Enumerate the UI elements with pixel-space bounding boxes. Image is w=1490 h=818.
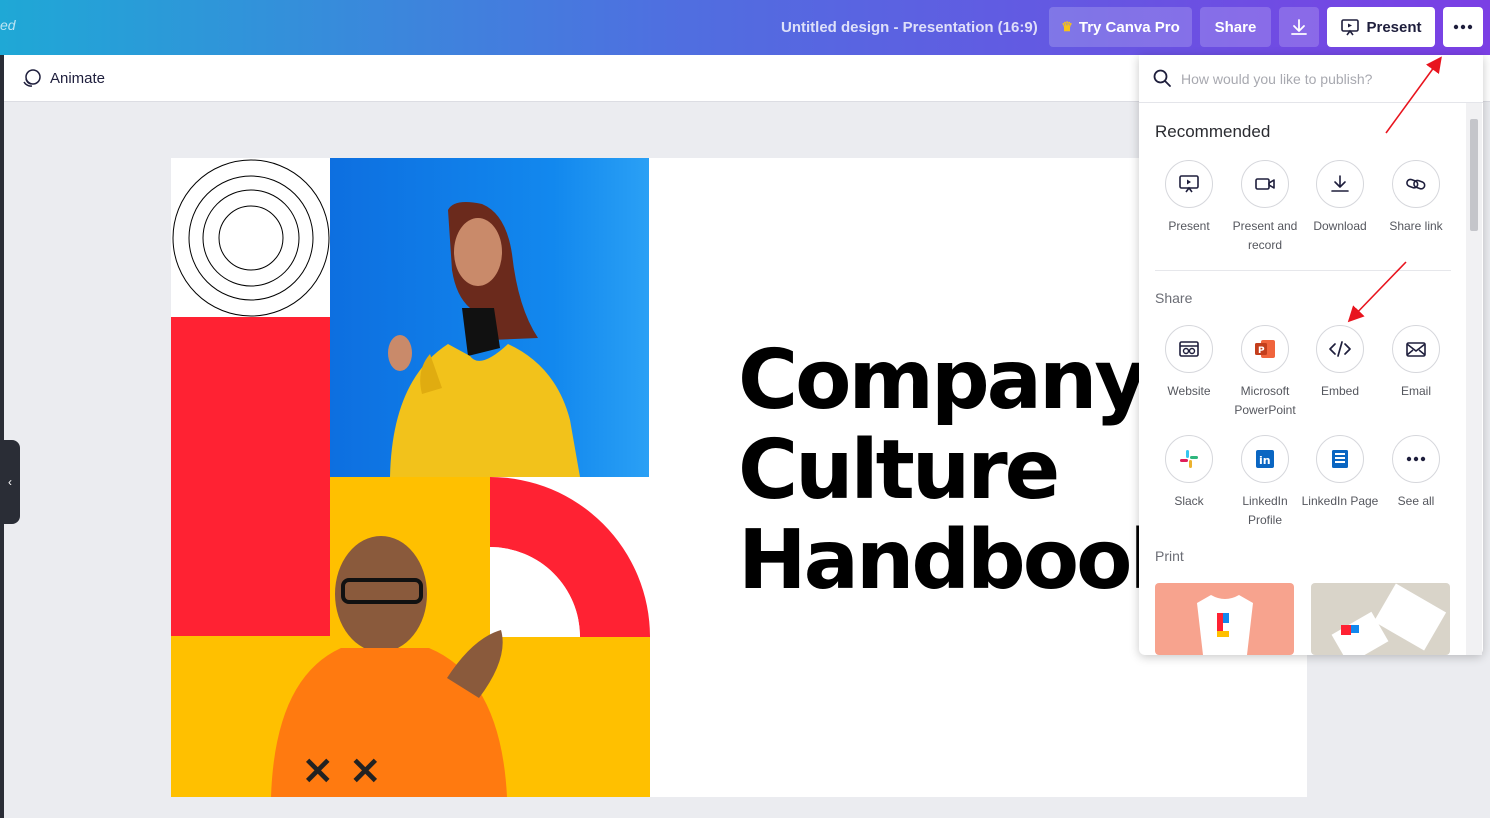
option-circle [1392, 160, 1440, 208]
publish-panel: Recommended Present Present and record D… [1139, 55, 1483, 655]
option-powerpoint[interactable]: P Microsoft PowerPoint [1225, 325, 1305, 420]
download-button[interactable] [1279, 7, 1319, 47]
top-bar: ed Untitled design - Presentation (16:9)… [0, 0, 1490, 55]
option-circle [1241, 160, 1289, 208]
slide-canvas[interactable]: × × Company Culture Handbook [171, 158, 1307, 797]
option-label: Slack [1174, 494, 1204, 508]
tshirt-preview-graphic [1197, 595, 1253, 655]
svg-text:× ×: × × [301, 747, 382, 793]
more-options-button[interactable] [1443, 7, 1483, 47]
option-circle: in [1241, 435, 1289, 483]
animate-label: Animate [50, 69, 106, 87]
print-tshirt-card[interactable] [1155, 583, 1294, 655]
option-label: LinkedIn Page [1301, 494, 1379, 508]
website-icon [1179, 341, 1199, 357]
section-divider [1155, 270, 1451, 271]
option-circle: P [1241, 325, 1289, 373]
try-canva-pro-label: Try Canva Pro [1078, 18, 1180, 36]
option-circle [1316, 435, 1364, 483]
try-canva-pro-button[interactable]: ♛ Try Canva Pro [1049, 7, 1192, 47]
link-icon [1406, 178, 1426, 190]
linkedin-icon: in [1256, 450, 1274, 468]
search-icon [1153, 69, 1171, 87]
slide-title[interactable]: Company Culture Handbook [738, 333, 1184, 608]
share-label: Share [1214, 18, 1257, 36]
option-download[interactable]: Download [1300, 160, 1380, 236]
option-label: Share link [1389, 219, 1443, 233]
download-icon [1331, 175, 1349, 192]
option-label: See all [1397, 494, 1435, 508]
option-circle [1316, 160, 1364, 208]
option-label: Microsoft PowerPoint [1234, 384, 1296, 417]
option-linkedin-page[interactable]: LinkedIn Page [1300, 435, 1380, 511]
scrollbar-thumb[interactable] [1470, 119, 1478, 231]
present-button[interactable]: Present [1327, 7, 1435, 47]
option-label: LinkedIn Profile [1242, 494, 1288, 527]
print-business-card[interactable] [1311, 583, 1450, 655]
woman-figure-graphic [388, 202, 580, 477]
saved-status: ed [0, 17, 16, 33]
chevron-left-icon: ‹ [8, 475, 12, 489]
option-circle [1165, 160, 1213, 208]
option-circle [1392, 435, 1440, 483]
animate-icon [23, 69, 41, 87]
man-photo[interactable]: × × [261, 528, 561, 797]
svg-text:in: in [1259, 454, 1271, 467]
camera-icon [1255, 178, 1275, 190]
business-card-preview-graphic [1331, 583, 1447, 655]
option-label: Email [1400, 384, 1431, 398]
present-icon [1179, 175, 1199, 193]
slack-icon [1180, 450, 1198, 468]
option-present-and-record[interactable]: Present and record [1225, 160, 1305, 255]
option-label: Embed [1320, 384, 1360, 398]
present-icon [1341, 19, 1360, 36]
option-label: Present [1168, 219, 1210, 233]
slide-title-line: Handbook [738, 513, 1184, 608]
option-label: Website [1167, 384, 1211, 398]
option-circle [1392, 325, 1440, 373]
option-present[interactable]: Present [1149, 160, 1229, 236]
option-label: Present and record [1232, 219, 1298, 252]
option-circle [1316, 325, 1364, 373]
print-heading: Print [1155, 548, 1184, 564]
option-circle [1165, 325, 1213, 373]
download-icon [1291, 19, 1307, 35]
share-heading: Share [1155, 290, 1193, 306]
option-embed[interactable]: Embed [1300, 325, 1380, 401]
option-share-link[interactable]: Share link [1376, 160, 1456, 236]
present-label: Present [1366, 18, 1422, 36]
embed-code-icon [1329, 341, 1351, 357]
concentric-circles-graphic [172, 159, 330, 317]
option-website[interactable]: Website [1149, 325, 1229, 401]
publish-search-input[interactable] [1181, 67, 1471, 91]
option-email[interactable]: Email [1376, 325, 1456, 401]
animate-button[interactable]: Animate [20, 67, 105, 89]
option-see-all[interactable]: See all [1376, 435, 1456, 511]
email-icon [1406, 342, 1426, 357]
more-dots-icon [1453, 24, 1473, 30]
option-circle [1165, 435, 1213, 483]
more-dots-icon [1406, 456, 1426, 462]
document-title[interactable]: Untitled design - Presentation (16:9) [781, 19, 1038, 36]
panel-scrollbar[interactable] [1466, 103, 1482, 655]
svg-text:P: P [1258, 346, 1265, 356]
option-linkedin-profile[interactable]: in LinkedIn Profile [1225, 435, 1305, 530]
recommended-heading: Recommended [1155, 122, 1271, 141]
crown-icon: ♛ [1061, 19, 1073, 34]
powerpoint-icon: P [1255, 340, 1275, 358]
linkedin-page-icon [1332, 450, 1348, 468]
collapse-panel-tab[interactable]: ‹ [0, 440, 20, 524]
slide-title-line: Culture [738, 423, 1060, 518]
option-slack[interactable]: Slack [1149, 435, 1229, 511]
left-panel-edge [0, 55, 4, 818]
publish-search-row [1139, 55, 1483, 103]
woman-photo[interactable] [330, 158, 649, 477]
slide-title-line: Company [738, 333, 1148, 428]
share-button[interactable]: Share [1200, 7, 1271, 47]
option-label: Download [1313, 219, 1367, 233]
